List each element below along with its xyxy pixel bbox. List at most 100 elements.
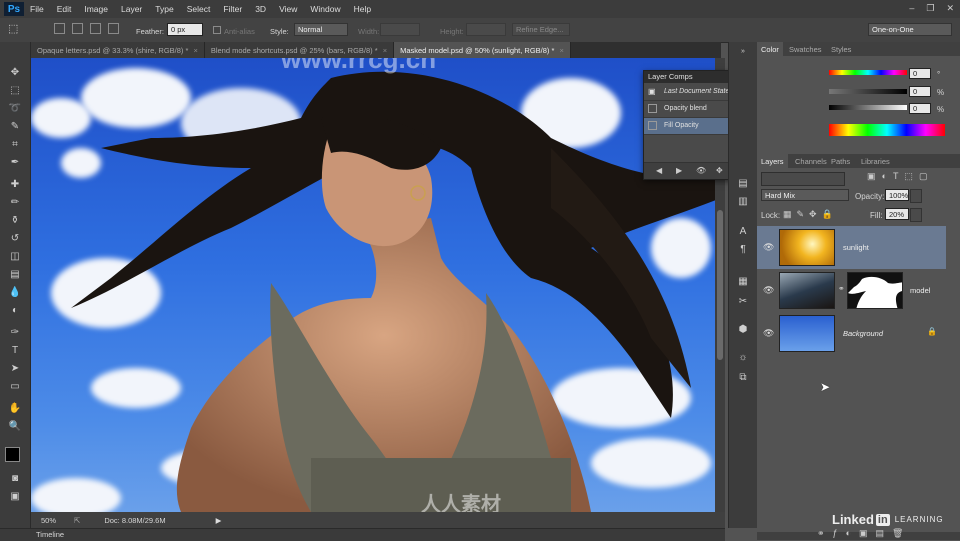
tab-layers[interactable]: Layers (757, 154, 788, 168)
layer-lock-icon[interactable]: 🔒 (927, 327, 937, 336)
width-input[interactable] (380, 23, 420, 36)
history-brush-tool-icon[interactable]: ↺ (6, 232, 24, 246)
quick-select-tool-icon[interactable]: ✎ (6, 120, 24, 134)
menu-3d[interactable]: 3D (255, 4, 266, 14)
crop-tool-icon[interactable]: ⌗ (6, 138, 24, 152)
clone-source-icon[interactable]: ▥ (736, 196, 750, 208)
layer-filter-kind-select[interactable] (761, 172, 845, 186)
visibility-eye-icon[interactable]: 👁 (763, 328, 774, 339)
zoom-tool-icon[interactable]: 🔍 (6, 420, 24, 434)
layers-footer-icons[interactable]: ⚭ƒ◐▣▤🗑 (817, 528, 911, 539)
timeline-label[interactable]: Timeline (36, 530, 64, 539)
saturation-value[interactable]: 0 (909, 86, 931, 97)
menu-window[interactable]: Window (310, 4, 340, 14)
tab-color[interactable]: Color (757, 42, 783, 56)
close-tab-icon[interactable]: × (193, 46, 197, 55)
doc-tab-masked-model[interactable]: Masked model.psd @ 50% (sunlight, RGB/8)… (394, 42, 571, 58)
fill-dropdown-icon[interactable] (910, 208, 922, 222)
previous-comp-icon[interactable]: ◀ (656, 166, 662, 175)
tab-paths[interactable]: Paths (827, 154, 854, 168)
apply-comp-checkbox[interactable] (648, 121, 657, 130)
properties-icon[interactable]: ▦ (736, 276, 750, 288)
rectangle-tool-icon[interactable]: ▭ (6, 380, 24, 394)
intersect-selection-icon[interactable] (108, 23, 119, 34)
path-selection-tool-icon[interactable]: ➤ (6, 362, 24, 376)
layer-row-background[interactable]: 👁 Background 🔒 (757, 312, 946, 355)
mask-link-icon[interactable]: ⚭ (838, 284, 845, 293)
menu-help[interactable]: Help (354, 4, 371, 14)
hand-tool-icon[interactable]: ✋ (6, 402, 24, 416)
foreground-color-swatch[interactable] (5, 447, 20, 462)
menu-image[interactable]: Image (84, 4, 108, 14)
brightness-value[interactable]: 0 (909, 103, 931, 114)
doc-tab-blend-mode-shortcuts[interactable]: Blend mode shortcuts.psd @ 25% (bars, RG… (204, 42, 395, 58)
color-ramp[interactable] (829, 124, 945, 136)
menu-view[interactable]: View (279, 4, 297, 14)
share-icon[interactable]: ⇱ (74, 516, 80, 525)
menu-edit[interactable]: Edit (57, 4, 72, 14)
character-icon[interactable]: A (736, 226, 750, 238)
menu-file[interactable]: File (30, 4, 44, 14)
layer-filter-icons[interactable]: ▣◐T⬚▢ (867, 171, 933, 182)
visibility-eye-icon[interactable]: 👁 (763, 285, 774, 296)
gradient-tool-icon[interactable]: ▤ (6, 268, 24, 282)
tab-styles[interactable]: Styles (827, 42, 855, 56)
layer-row-sunlight[interactable]: 👁 sunlight (757, 226, 946, 269)
opacity-input[interactable]: 100% (885, 189, 909, 201)
tab-channels[interactable]: Channels (791, 154, 831, 168)
healing-brush-tool-icon[interactable]: ✚ (6, 178, 24, 192)
type-tool-icon[interactable]: T (6, 344, 24, 358)
pen-tool-icon[interactable]: ✑ (6, 326, 24, 340)
update-position-icon[interactable]: ✥ (716, 166, 723, 175)
navigator-icon[interactable]: ⧉ (736, 372, 750, 384)
menu-filter[interactable]: Filter (223, 4, 242, 14)
zoom-level[interactable]: 50% (41, 516, 56, 525)
lock-icons[interactable]: ▦✎✥🔒 (783, 209, 838, 220)
dodge-tool-icon[interactable]: ◐ (6, 304, 24, 318)
menu-type[interactable]: Type (155, 4, 173, 14)
hue-slider[interactable] (829, 70, 907, 75)
move-tool-icon[interactable]: ✥ (6, 66, 24, 80)
apply-comp-checkbox[interactable] (648, 104, 657, 113)
quick-mask-icon[interactable]: ◙ (6, 472, 24, 486)
adjustments-icon[interactable]: ☼ (736, 352, 750, 364)
new-selection-icon[interactable] (54, 23, 65, 34)
layer-mask-thumbnail[interactable] (847, 272, 903, 309)
feather-input[interactable]: 0 px (167, 23, 203, 36)
vertical-scroll-thumb[interactable] (717, 210, 723, 360)
minimize-icon[interactable]: – (909, 3, 914, 14)
menu-select[interactable]: Select (187, 4, 211, 14)
3d-icon[interactable]: ⬢ (736, 324, 750, 336)
eraser-tool-icon[interactable]: ◫ (6, 250, 24, 264)
brush-presets-icon[interactable]: ▤ (736, 178, 750, 190)
visibility-eye-icon[interactable]: 👁 (763, 242, 774, 253)
brightness-slider[interactable] (829, 105, 907, 110)
saturation-slider[interactable] (829, 89, 907, 94)
update-visibility-icon[interactable]: 👁 (696, 166, 706, 175)
doc-tab-opaque-letters[interactable]: Opaque letters.psd @ 33.3% (shire, RGB/8… (31, 42, 205, 58)
opacity-dropdown-icon[interactable] (910, 189, 922, 203)
brush-tool-icon[interactable]: ✏ (6, 196, 24, 210)
tools-presets-icon[interactable]: ✂ (736, 296, 750, 308)
timeline-panel[interactable]: Timeline (0, 528, 725, 541)
subtract-selection-icon[interactable] (90, 23, 101, 34)
clone-stamp-tool-icon[interactable]: ⚱ (6, 214, 24, 228)
layer-name[interactable]: model (910, 286, 930, 295)
layer-name[interactable]: Background (843, 329, 883, 338)
close-tab-icon[interactable]: × (559, 46, 563, 55)
layer-row-model[interactable]: 👁 ⚭ model (757, 269, 946, 312)
paragraph-icon[interactable]: ¶ (736, 244, 750, 256)
menu-layer[interactable]: Layer (121, 4, 142, 14)
close-icon[interactable]: ✕ (946, 3, 954, 14)
status-menu-arrow-icon[interactable]: ▶ (216, 516, 222, 525)
layer-name[interactable]: sunlight (843, 243, 869, 252)
close-tab-icon[interactable]: × (383, 46, 387, 55)
document-canvas[interactable]: www.rrcg.cn 人人素材 (31, 58, 715, 512)
marquee-tool-icon[interactable]: ⬚ (6, 84, 24, 98)
restore-icon[interactable]: ❐ (926, 3, 934, 14)
marquee-tool-preset-icon[interactable]: ⬚ (8, 22, 18, 35)
tab-libraries[interactable]: Libraries (857, 154, 894, 168)
blend-mode-select[interactable]: Hard Mix (761, 189, 849, 201)
fill-input[interactable]: 20% (885, 208, 909, 220)
height-input[interactable] (466, 23, 506, 36)
